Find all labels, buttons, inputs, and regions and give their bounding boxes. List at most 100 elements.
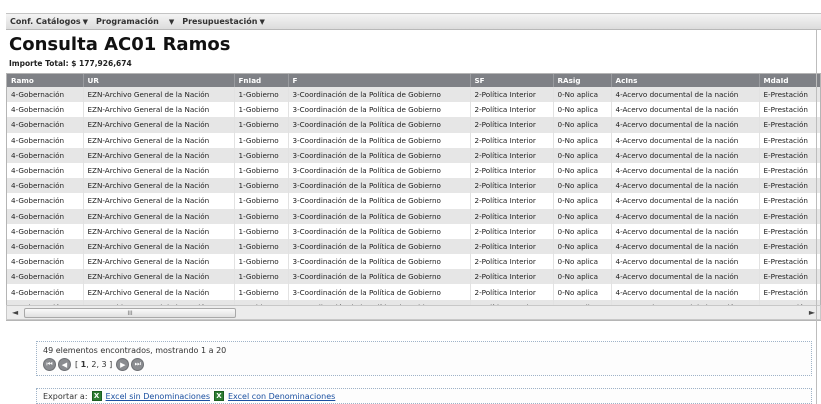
cell-ur: EZN-Archivo General de la Nación bbox=[83, 284, 235, 300]
page-link-3[interactable]: 3 bbox=[102, 360, 107, 369]
table-row[interactable]: 4-GobernaciónEZN-Archivo General de la N… bbox=[7, 117, 820, 133]
cell-f: 3-Coordinación de la Política de Gobiern… bbox=[288, 87, 471, 103]
cell-ramo: 4-Gobernación bbox=[7, 147, 84, 163]
cell-acins: 4-Acervo documental de la nación bbox=[611, 208, 760, 224]
menu-presupuestacion[interactable]: Presupuestación ▼ bbox=[178, 17, 269, 26]
cell-rasig: 0-No aplica bbox=[553, 178, 612, 194]
column-header-f[interactable]: F bbox=[288, 74, 471, 87]
table-row[interactable]: 4-GobernaciónEZN-Archivo General de la N… bbox=[7, 132, 820, 148]
menu-programacion[interactable]: Programación ▼ bbox=[92, 17, 178, 26]
cell-sf: 2-Política Interior bbox=[470, 223, 554, 239]
cell-acins: 4-Acervo documental de la nación bbox=[611, 132, 760, 148]
table-row[interactable]: 4-GobernaciónEZN-Archivo General de la N… bbox=[7, 208, 820, 224]
excel-icon[interactable]: X bbox=[91, 391, 102, 401]
export-excel-named-link[interactable]: Excel con Denominaciones bbox=[228, 392, 335, 401]
table-row[interactable]: 4-GobernaciónEZN-Archivo General de la N… bbox=[7, 238, 820, 255]
cell-mdaid: E-Prestación bbox=[759, 208, 820, 224]
cell-ur: EZN-Archivo General de la Nación bbox=[83, 269, 235, 285]
cell-fnlad: 1-Gobierno bbox=[234, 284, 289, 300]
cell-sf: 2-Política Interior bbox=[470, 178, 554, 194]
cell-ur: EZN-Archivo General de la Nación bbox=[83, 254, 235, 270]
cell-ur: EZN-Archivo General de la Nación bbox=[83, 193, 235, 209]
next-page-icon[interactable]: ▶ bbox=[116, 358, 130, 371]
table-row[interactable]: 4-GobernaciónEZN-Archivo General de la N… bbox=[7, 254, 820, 270]
cell-ur: EZN-Archivo General de la Nación bbox=[83, 162, 235, 179]
column-header-ur[interactable]: UR bbox=[83, 74, 235, 87]
cell-rasig: 0-No aplica bbox=[553, 117, 612, 133]
cell-f: 3-Coordinación de la Política de Gobiern… bbox=[288, 284, 471, 300]
cell-mdaid: E-Prestación bbox=[759, 87, 820, 103]
pagination-panel: 49 elementos encontrados, mostrando 1 a … bbox=[36, 341, 812, 376]
cell-rasig: 0-No aplica bbox=[553, 269, 612, 285]
cell-ramo: 4-Gobernación bbox=[7, 284, 84, 300]
caret-down-icon: ▼ bbox=[82, 17, 89, 26]
cell-sf: 2-Política Interior bbox=[470, 132, 554, 148]
table-row[interactable]: 4-GobernaciónEZN-Archivo General de la N… bbox=[7, 102, 820, 118]
menu-bar: Conf. Catálogos ▼ Programación ▼ Presupu… bbox=[6, 13, 821, 30]
cell-ramo: 4-Gobernación bbox=[7, 178, 84, 194]
cell-rasig: 0-No aplica bbox=[553, 147, 612, 163]
scroll-left-icon[interactable]: ◄ bbox=[12, 308, 18, 317]
prev-page-icon[interactable]: ◀ bbox=[58, 358, 71, 371]
table-row[interactable]: 4-GobernaciónEZN-Archivo General de la N… bbox=[7, 269, 820, 285]
table-row[interactable]: 4-GobernaciónEZN-Archivo General de la N… bbox=[7, 178, 820, 194]
right-border-divider bbox=[816, 30, 817, 404]
column-header-rasig[interactable]: RAsig bbox=[553, 74, 612, 87]
cell-f: 3-Coordinación de la Política de Gobiern… bbox=[288, 132, 471, 148]
cell-ur: EZN-Archivo General de la Nación bbox=[83, 208, 235, 224]
column-header-ramo[interactable]: Ramo bbox=[7, 74, 84, 87]
cell-sf: 2-Política Interior bbox=[470, 269, 554, 285]
table-row[interactable]: 4-GobernaciónEZN-Archivo General de la N… bbox=[7, 284, 820, 300]
export-excel-plain-link[interactable]: Excel sin Denominaciones bbox=[106, 392, 210, 401]
cell-rasig: 0-No aplica bbox=[553, 132, 612, 148]
cell-f: 3-Coordinación de la Política de Gobiern… bbox=[288, 193, 471, 209]
caret-down-icon: ▼ bbox=[168, 17, 175, 26]
table-row[interactable]: 4-GobernaciónEZN-Archivo General de la N… bbox=[7, 147, 820, 163]
cell-acins: 4-Acervo documental de la nación bbox=[611, 238, 760, 255]
cell-fnlad: 1-Gobierno bbox=[234, 223, 289, 239]
cell-acins: 4-Acervo documental de la nación bbox=[611, 193, 760, 209]
column-header-fnlad[interactable]: FnIad bbox=[234, 74, 289, 87]
cell-ur: EZN-Archivo General de la Nación bbox=[83, 132, 235, 148]
cell-ur: EZN-Archivo General de la Nación bbox=[83, 238, 235, 255]
first-page-icon[interactable]: ⏮ bbox=[43, 358, 56, 371]
cell-fnlad: 1-Gobierno bbox=[234, 147, 289, 163]
cell-f: 3-Coordinación de la Política de Gobiern… bbox=[288, 162, 471, 179]
cell-acins: 4-Acervo documental de la nación bbox=[611, 162, 760, 179]
cell-fnlad: 1-Gobierno bbox=[234, 162, 289, 179]
table-row[interactable]: 4-GobernaciónEZN-Archivo General de la N… bbox=[7, 223, 820, 239]
cell-rasig: 0-No aplica bbox=[553, 284, 612, 300]
horizontal-scrollbar[interactable]: ◄ III ► bbox=[6, 305, 821, 320]
cell-acins: 4-Acervo documental de la nación bbox=[611, 102, 760, 118]
cell-rasig: 0-No aplica bbox=[553, 102, 612, 118]
cell-rasig: 0-No aplica bbox=[553, 162, 612, 179]
cell-rasig: 0-No aplica bbox=[553, 87, 612, 103]
scrollbar-thumb[interactable]: III bbox=[24, 308, 236, 318]
menu-presupuestacion-label: Presupuestación bbox=[182, 17, 258, 26]
menu-conf-catalogos[interactable]: Conf. Catálogos ▼ bbox=[6, 17, 92, 26]
cell-acins: 4-Acervo documental de la nación bbox=[611, 254, 760, 270]
excel-icon[interactable]: X bbox=[213, 391, 224, 401]
results-table: Ramo UR FnIad F SF RAsig AcIns MdaId 4-G… bbox=[7, 74, 820, 315]
cell-fnlad: 1-Gobierno bbox=[234, 117, 289, 133]
column-header-sf[interactable]: SF bbox=[470, 74, 554, 87]
pagination-nav: ⏮ ◀ [ 1, 2, 3 ] ▶ ⏭ bbox=[43, 358, 805, 371]
table-row[interactable]: 4-GobernaciónEZN-Archivo General de la N… bbox=[7, 162, 820, 179]
scroll-right-icon[interactable]: ► bbox=[809, 308, 815, 317]
table-row[interactable]: 4-GobernaciónEZN-Archivo General de la N… bbox=[7, 193, 820, 209]
cell-ramo: 4-Gobernación bbox=[7, 132, 84, 148]
table-row[interactable]: 4-GobernaciónEZN-Archivo General de la N… bbox=[7, 87, 820, 103]
cell-f: 3-Coordinación de la Política de Gobiern… bbox=[288, 208, 471, 224]
column-header-acins[interactable]: AcIns bbox=[611, 74, 760, 87]
cell-acins: 4-Acervo documental de la nación bbox=[611, 284, 760, 300]
cell-sf: 2-Política Interior bbox=[470, 162, 554, 179]
cell-mdaid: E-Prestación bbox=[759, 162, 820, 179]
cell-rasig: 0-No aplica bbox=[553, 223, 612, 239]
cell-f: 3-Coordinación de la Política de Gobiern… bbox=[288, 254, 471, 270]
cell-fnlad: 1-Gobierno bbox=[234, 208, 289, 224]
cell-ramo: 4-Gobernación bbox=[7, 223, 84, 239]
cell-sf: 2-Política Interior bbox=[470, 147, 554, 163]
cell-fnlad: 1-Gobierno bbox=[234, 254, 289, 270]
column-header-mdaid[interactable]: MdaId bbox=[759, 74, 820, 87]
last-page-icon[interactable]: ⏭ bbox=[131, 358, 145, 371]
